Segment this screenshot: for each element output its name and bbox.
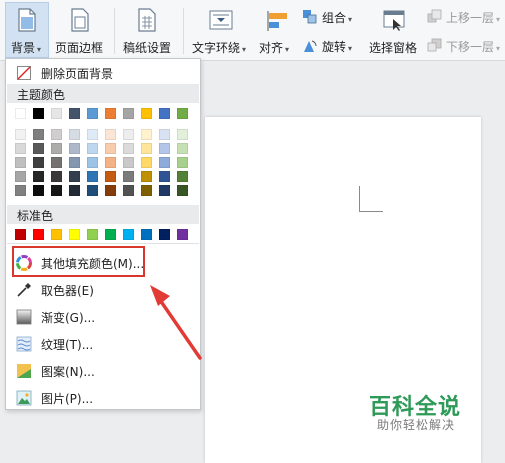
- watermark-subtitle: 助你轻松解决: [377, 418, 456, 432]
